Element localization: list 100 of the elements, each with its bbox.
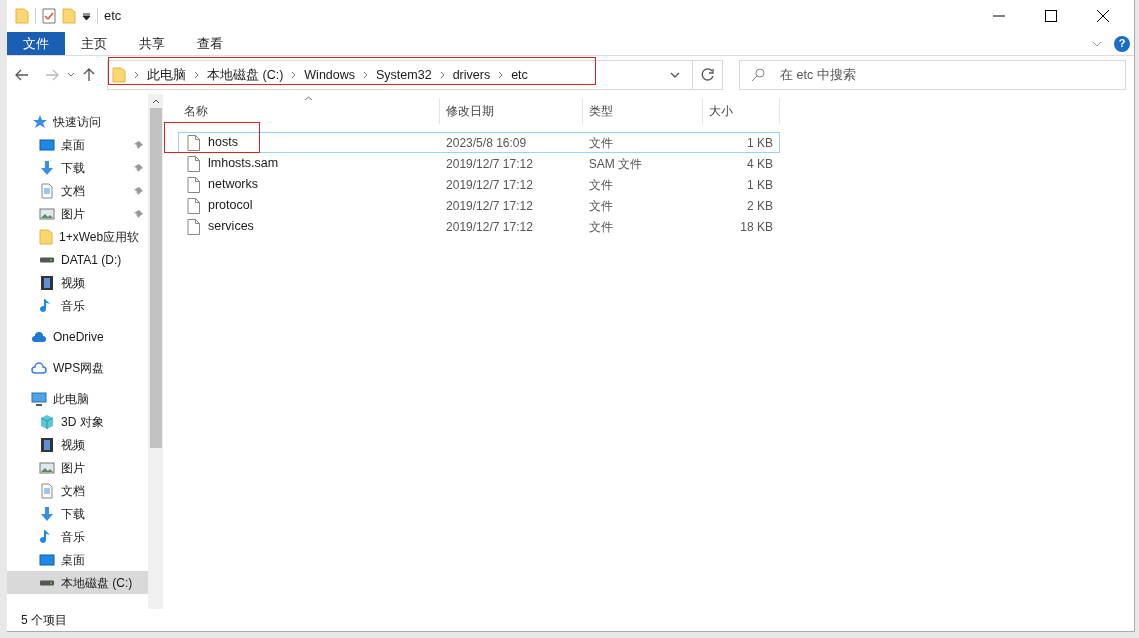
file-row[interactable]: lmhosts.sam 2019/12/7 17:12 SAM 文件 4 KB: [178, 153, 780, 174]
ribbon-tab[interactable]: 文件: [7, 32, 65, 55]
monitor-icon: [39, 136, 55, 153]
sidebar-label: 文档: [61, 182, 86, 200]
file-icon: [187, 176, 200, 193]
date-cell-text: 2019/12/7 17:12: [445, 218, 534, 236]
breadcrumb-segment[interactable]: drivers: [452, 65, 491, 85]
file-icon: [187, 155, 200, 172]
document-icon: [39, 182, 55, 199]
breadcrumb-segment[interactable]: System32: [376, 65, 432, 85]
file-row[interactable]: networks 2019/12/7 17:12 文件 1 KB: [178, 174, 780, 195]
column-header[interactable]: 类型: [583, 98, 703, 124]
size-cell-text: 2 KB: [746, 197, 774, 215]
sort-caret-icon: [304, 96, 313, 101]
file-name: services: [208, 218, 254, 236]
image-icon: [39, 205, 55, 222]
sidebar-item[interactable]: 音乐: [7, 525, 148, 548]
drive-icon: [39, 256, 55, 263]
breadcrumb-segment[interactable]: 此电脑: [147, 65, 186, 85]
cloud-icon: [31, 359, 47, 376]
type-cell-text: SAM 文件: [587, 155, 643, 173]
chevron-right-icon: [363, 71, 369, 79]
new-folder-icon: [62, 8, 76, 24]
ribbon-tab[interactable]: 共享: [123, 32, 181, 55]
refresh-icon: [700, 68, 715, 82]
sidebar-item[interactable]: 本地磁盘 (C:): [7, 571, 148, 594]
sidebar-label: 视频: [61, 436, 86, 454]
type-cell-text: 文件: [587, 176, 614, 194]
sidebar-item[interactable]: 下载: [7, 502, 148, 525]
sidebar-label: 此电脑: [53, 390, 90, 408]
type-cell-text: 文件: [587, 134, 614, 152]
sidebar-item[interactable]: DATA1 (D:): [7, 248, 148, 271]
sidebar-item[interactable]: 文档: [7, 479, 148, 502]
folder-icon: [39, 228, 53, 245]
sidebar-label: WPS网盘: [53, 359, 106, 377]
close-icon[interactable]: [1097, 10, 1109, 22]
sidebar-item[interactable]: 视频: [7, 433, 148, 456]
sidebar-label: 本地磁盘 (C:): [61, 574, 134, 592]
sidebar-item[interactable]: 下载: [7, 156, 148, 179]
help-button[interactable]: ?: [1114, 35, 1130, 52]
sidebar-item[interactable]: 快速访问: [7, 110, 148, 133]
sidebar-item[interactable]: 1+xWeb应用软: [7, 225, 148, 248]
size-cell-text: 1 KB: [746, 176, 774, 194]
date-cell-text: 2019/12/7 17:12: [445, 176, 534, 194]
sidebar-item[interactable]: 音乐: [7, 294, 148, 317]
column-header[interactable]: 名称: [178, 98, 440, 124]
sidebar-label: 文档: [61, 482, 86, 500]
folder-icon: [15, 8, 29, 24]
ribbon-tab[interactable]: 查看: [181, 32, 239, 55]
drive-icon: [39, 579, 55, 586]
sidebar-item[interactable]: 3D 对象: [7, 410, 148, 433]
file-row[interactable]: protocol 2019/12/7 17:12 文件 2 KB: [178, 195, 780, 216]
size-cell-text: 1 KB: [746, 134, 774, 152]
file-name: lmhosts.sam: [208, 155, 279, 173]
caret-icon[interactable]: [82, 11, 91, 21]
sidebar-item[interactable]: 视频: [7, 271, 148, 294]
properties-icon[interactable]: [42, 8, 56, 24]
file-icon: [187, 218, 200, 235]
chevron-right-icon: [291, 71, 297, 79]
monitor-icon: [39, 551, 55, 568]
sidebar-item[interactable]: 图片: [7, 202, 148, 225]
maximize-icon[interactable]: [1045, 10, 1057, 22]
breadcrumb-segment[interactable]: Windows: [304, 65, 356, 85]
window-title: etc: [104, 7, 122, 26]
type-cell-text: 文件: [587, 197, 614, 215]
sidebar-item[interactable]: 桌面: [7, 133, 148, 156]
file-row[interactable]: hosts 2023/5/8 16:09 文件 1 KB: [178, 132, 780, 153]
up-arrow-icon[interactable]: [83, 68, 95, 82]
file-icon: [187, 134, 200, 151]
search-field[interactable]: 在 etc 中搜索: [739, 60, 1126, 90]
file-row[interactable]: services 2019/12/7 17:12 文件 18 KB: [178, 216, 780, 237]
sidebar-item[interactable]: 此电脑: [7, 387, 148, 410]
sidebar-label: 快速访问: [53, 113, 102, 131]
breadcrumb-segment[interactable]: 本地磁盘 (C:): [207, 65, 284, 85]
sidebar-item[interactable]: OneDrive: [7, 325, 148, 348]
film-icon: [39, 436, 55, 453]
file-name: protocol: [208, 197, 253, 215]
sidebar-item[interactable]: 图片: [7, 456, 148, 479]
scrollbar[interactable]: [148, 94, 163, 609]
address-bar[interactable]: 此电脑 本地磁盘 (C:) Windows System32 drivers etc: [107, 60, 723, 90]
column-header[interactable]: 大小: [703, 98, 780, 124]
column-header[interactable]: 修改日期: [440, 98, 583, 124]
file-icon: [187, 197, 200, 214]
ribbon-tab[interactable]: 主页: [65, 32, 123, 55]
image-icon: [39, 459, 55, 476]
sidebar-label: 图片: [61, 459, 86, 477]
sidebar-label: 音乐: [61, 528, 86, 546]
sidebar-item[interactable]: 文档: [7, 179, 148, 202]
chevron-down-icon[interactable]: [67, 72, 75, 78]
chevron-right-icon: [439, 71, 445, 79]
chevron-down-icon[interactable]: [670, 72, 680, 78]
item-count: 5 个项目: [21, 612, 67, 629]
back-arrow-icon[interactable]: [15, 69, 29, 81]
sidebar-item[interactable]: WPS网盘: [7, 356, 148, 379]
sidebar-label: 音乐: [61, 297, 86, 315]
sidebar-label: 视频: [61, 274, 86, 292]
computer-icon: [31, 390, 47, 407]
folder-icon: [112, 67, 126, 83]
sidebar-item[interactable]: 桌面: [7, 548, 148, 571]
breadcrumb-segment[interactable]: etc: [511, 65, 528, 85]
